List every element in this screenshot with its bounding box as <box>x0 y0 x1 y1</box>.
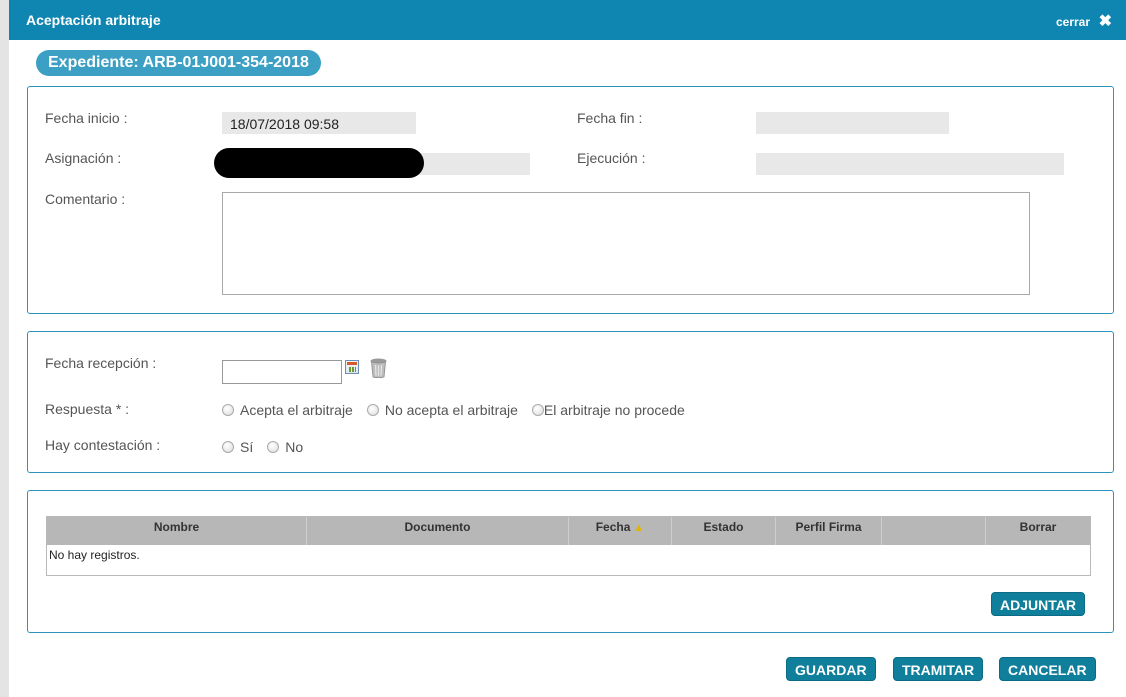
arbitration-acceptance-dialog: Aceptación arbitraje cerrar ✖ Expediente… <box>9 0 1126 697</box>
column-header-borrar[interactable]: Borrar <box>986 517 1090 545</box>
respuesta-option-no-procede[interactable]: El arbitraje no procede <box>544 402 685 418</box>
comentario-field[interactable] <box>222 192 1030 295</box>
trash-icon[interactable] <box>370 358 387 378</box>
fecha-fin-value <box>756 112 949 134</box>
documents-table: Nombre Documento Fecha ▲ Estado Perfil Fi… <box>46 516 1091 576</box>
background-window-edge <box>0 0 9 697</box>
contestacion-radio-group: Sí No <box>222 439 317 455</box>
contestacion-option-si[interactable]: Sí <box>240 439 253 455</box>
respuesta-option-acepta[interactable]: Acepta el arbitraje <box>240 402 353 418</box>
fecha-recepcion-label: Fecha recepción : <box>45 355 157 371</box>
close-link[interactable]: cerrar <box>1056 15 1090 29</box>
contestacion-option-no[interactable]: No <box>285 439 303 455</box>
reception-panel: Fecha recepción : Respuesta * : Acepta e… <box>27 331 1114 473</box>
info-panel: Fecha inicio : 18/07/2018 09:58 Fecha fi… <box>27 86 1114 314</box>
respuesta-label: Respuesta * : <box>45 401 130 417</box>
cancel-button[interactable]: CANCELAR <box>999 657 1096 681</box>
respuesta-radio-group: Acepta el arbitraje No acepta el arbitra… <box>222 402 699 418</box>
dialog-titlebar: Aceptación arbitraje cerrar ✖ <box>9 0 1126 40</box>
empty-table-message: No hay registros. <box>49 548 140 562</box>
dialog-title: Aceptación arbitraje <box>26 12 161 28</box>
sort-ascending-icon[interactable]: ▲ <box>633 522 644 534</box>
ejecucion-value <box>756 153 1064 175</box>
column-header-nombre[interactable]: Nombre <box>47 517 307 545</box>
calendar-icon[interactable] <box>345 360 359 374</box>
contestacion-label: Hay contestación : <box>45 437 161 453</box>
respuesta-radio-acepta[interactable] <box>222 404 234 416</box>
fecha-fin-label: Fecha fin : <box>577 110 643 126</box>
respuesta-option-no-acepta[interactable]: No acepta el arbitraje <box>385 402 518 418</box>
contestacion-radio-si[interactable] <box>222 441 234 453</box>
contestacion-radio-no[interactable] <box>267 441 280 453</box>
fecha-inicio-value: 18/07/2018 09:58 <box>222 112 416 134</box>
column-header-estado[interactable]: Estado <box>672 517 776 545</box>
asignacion-label: Asignación : <box>45 150 122 166</box>
table-header: Nombre Documento Fecha ▲ Estado Perfil Fi… <box>47 517 1090 545</box>
save-button[interactable]: GUARDAR <box>786 657 876 681</box>
attach-button[interactable]: ADJUNTAR <box>991 592 1085 616</box>
respuesta-radio-no-acepta[interactable] <box>366 404 379 416</box>
column-header-blank <box>882 517 986 545</box>
expediente-badge: Expediente: ARB-01J001-354-2018 <box>36 50 321 76</box>
column-header-documento[interactable]: Documento <box>307 517 569 545</box>
comentario-label: Comentario : <box>45 191 126 207</box>
fecha-recepcion-input[interactable] <box>222 360 342 384</box>
ejecucion-label: Ejecución : <box>577 150 646 166</box>
fecha-inicio-label: Fecha inicio : <box>45 110 128 126</box>
process-button[interactable]: TRAMITAR <box>893 657 984 681</box>
documents-panel: Nombre Documento Fecha ▲ Estado Perfil Fi… <box>27 490 1114 633</box>
redaction-mark <box>214 148 424 178</box>
respuesta-radio-no-procede[interactable] <box>531 404 544 416</box>
column-header-fecha[interactable]: Fecha ▲ <box>569 517 672 545</box>
close-icon[interactable]: ✖ <box>1099 11 1112 31</box>
column-header-perfil-firma[interactable]: Perfil Firma <box>776 517 882 545</box>
